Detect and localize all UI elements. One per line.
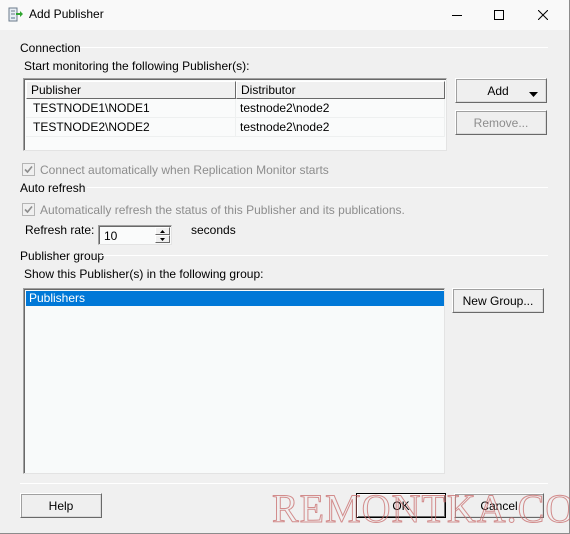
refresh-rate-input[interactable] xyxy=(104,229,149,243)
close-button[interactable] xyxy=(520,0,565,30)
add-publisher-icon xyxy=(8,7,24,23)
minimize-button[interactable] xyxy=(434,0,479,30)
distributor-cell: testnode2\node2 xyxy=(236,118,445,137)
connection-divider xyxy=(80,47,548,48)
refresh-rate-spinner[interactable] xyxy=(98,225,172,245)
auto-refresh-checkbox[interactable] xyxy=(22,203,35,216)
column-header-publisher[interactable]: Publisher xyxy=(26,81,236,99)
checkmark-icon xyxy=(24,205,33,214)
publisher-group-label: Publisher group xyxy=(20,249,105,263)
close-icon xyxy=(537,10,548,20)
connect-automatically-checkbox[interactable] xyxy=(22,163,35,176)
add-button[interactable]: Add xyxy=(455,78,547,103)
publisher-list[interactable]: Publisher Distributor TESTNODE1\NODE1 te… xyxy=(23,78,447,151)
window-title: Add Publisher xyxy=(29,7,104,21)
connection-instructions: Start monitoring the following Publisher… xyxy=(24,59,250,73)
arrow-up-icon xyxy=(160,229,165,233)
checkmark-icon xyxy=(24,165,33,174)
publisher-group-list[interactable]: Publishers xyxy=(23,288,445,474)
title-bar: Add Publisher xyxy=(0,0,569,30)
publisher-cell: TESTNODE1\NODE1 xyxy=(26,99,236,118)
publisher-cell: TESTNODE2\NODE2 xyxy=(26,118,236,137)
maximize-button[interactable] xyxy=(476,0,521,30)
connection-group-label: Connection xyxy=(20,41,81,55)
footer-divider xyxy=(20,483,548,484)
add-button-label: Add xyxy=(487,83,509,98)
connect-automatically-label: Connect automatically when Replication M… xyxy=(40,163,329,177)
table-row[interactable]: TESTNODE1\NODE1 testnode2\node2 xyxy=(26,99,445,118)
cancel-button[interactable]: Cancel xyxy=(454,493,544,518)
spin-up-button[interactable] xyxy=(155,227,170,235)
auto-refresh-divider xyxy=(87,187,548,188)
add-publisher-dialog: Add Publisher Connection Start monitorin… xyxy=(0,0,570,534)
publisher-list-header: Publisher Distributor xyxy=(26,81,445,99)
seconds-label: seconds xyxy=(191,223,236,237)
ok-button[interactable]: OK xyxy=(356,493,446,518)
new-group-button[interactable]: New Group... xyxy=(452,288,544,313)
group-item-publishers[interactable]: Publishers xyxy=(26,291,444,306)
spin-down-button[interactable] xyxy=(155,235,170,243)
arrow-down-icon xyxy=(160,237,165,241)
publisher-group-divider xyxy=(99,255,548,256)
table-row[interactable]: TESTNODE2\NODE2 testnode2\node2 xyxy=(26,118,445,137)
minimize-icon xyxy=(451,15,462,16)
auto-refresh-group-label: Auto refresh xyxy=(20,181,86,195)
publisher-group-instructions: Show this Publisher(s) in the following … xyxy=(24,267,264,281)
auto-refresh-label: Automatically refresh the status of this… xyxy=(40,203,405,217)
maximize-icon xyxy=(493,10,504,20)
remove-button[interactable]: Remove... xyxy=(455,110,547,135)
column-header-distributor[interactable]: Distributor xyxy=(236,81,445,99)
dropdown-arrow-icon xyxy=(529,87,538,101)
refresh-rate-label: Refresh rate: xyxy=(25,223,95,237)
distributor-cell: testnode2\node2 xyxy=(236,99,445,118)
help-button[interactable]: Help xyxy=(20,493,102,518)
